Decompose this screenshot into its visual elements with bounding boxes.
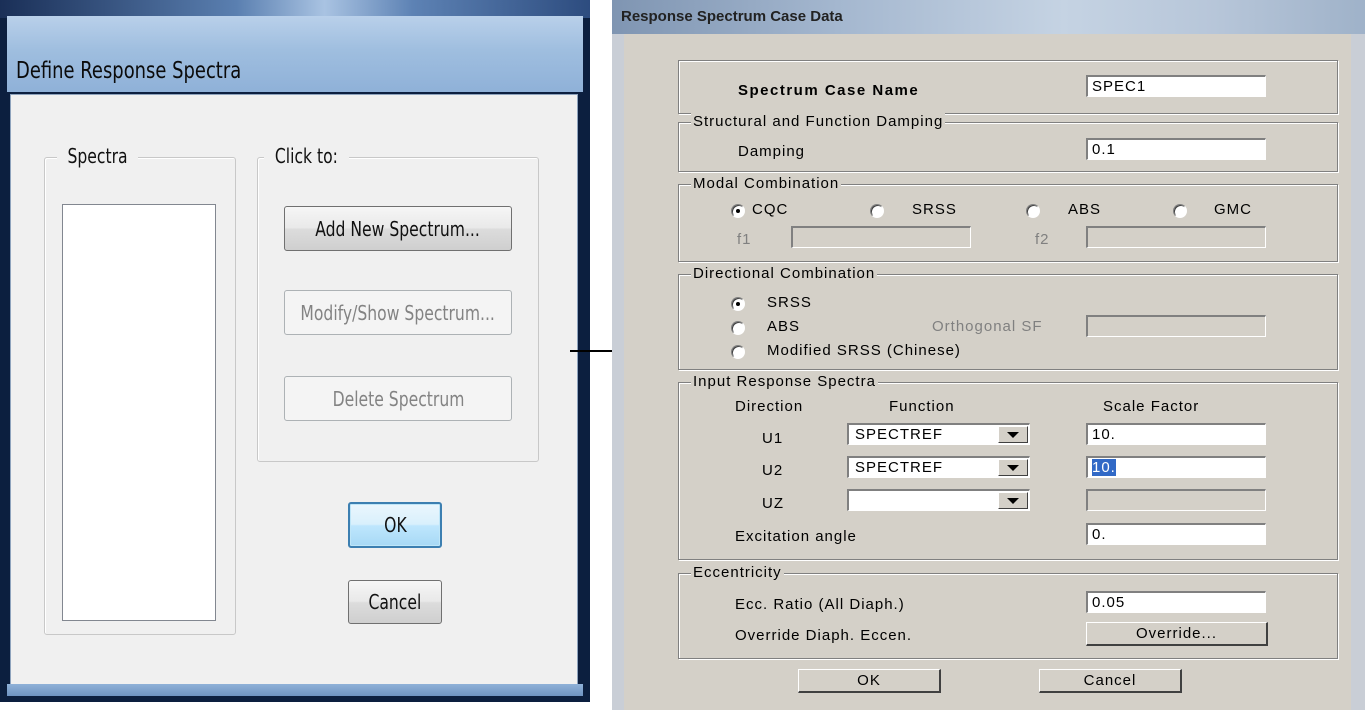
modal-cqc-label: CQC bbox=[752, 201, 789, 218]
row-u1-function-select[interactable]: SPECTREF bbox=[847, 423, 1030, 445]
dir-srss-label: SRSS bbox=[767, 294, 812, 311]
ok-button[interactable]: OK bbox=[798, 669, 941, 693]
modal-combination-group-label: Modal Combination bbox=[691, 175, 842, 192]
scale-factor-column-header: Scale Factor bbox=[1103, 398, 1200, 415]
case-name-label: Spectrum Case Name bbox=[738, 82, 920, 99]
f2-label: f2 bbox=[1035, 231, 1050, 248]
dir-srss-radio[interactable] bbox=[731, 297, 745, 311]
f1-field[interactable] bbox=[791, 226, 971, 248]
orthogonal-sf-label: Orthogonal SF bbox=[932, 318, 1043, 335]
f1-label: f1 bbox=[737, 231, 752, 248]
ok-button[interactable]: OK bbox=[348, 502, 442, 548]
damping-group-label: Structural and Function Damping bbox=[691, 113, 946, 130]
input-response-spectra-group-label: Input Response Spectra bbox=[691, 373, 878, 390]
ecc-ratio-label: Ecc. Ratio (All Diaph.) bbox=[735, 596, 905, 613]
row-u2-scale-field[interactable]: 10. bbox=[1086, 456, 1266, 478]
chevron-down-icon[interactable] bbox=[998, 459, 1028, 476]
window-title: Define Response Spectra bbox=[16, 58, 242, 84]
modal-abs-label: ABS bbox=[1068, 201, 1102, 218]
row-uz-scale-field[interactable] bbox=[1086, 489, 1266, 511]
f2-field[interactable] bbox=[1086, 226, 1266, 248]
override-diaph-eccen-label: Override Diaph. Eccen. bbox=[735, 627, 913, 644]
click-to-group-label: Click to: bbox=[264, 144, 349, 169]
row-u2-scale-selected-text: 10. bbox=[1092, 459, 1116, 476]
row-u2-function-select[interactable]: SPECTREF bbox=[847, 456, 1030, 478]
spectra-group-label: Spectra bbox=[57, 144, 139, 169]
damping-label: Damping bbox=[738, 143, 806, 160]
chevron-down-icon[interactable] bbox=[998, 426, 1028, 443]
excitation-angle-label: Excitation angle bbox=[735, 528, 857, 545]
modal-cqc-radio[interactable] bbox=[731, 204, 745, 218]
row-u1-scale-field[interactable]: 10. bbox=[1086, 423, 1266, 445]
modal-combination-group: Modal Combination bbox=[678, 175, 1338, 262]
function-column-header: Function bbox=[889, 398, 955, 415]
eccentricity-group: Eccentricity bbox=[678, 564, 1338, 659]
window-title: Response Spectrum Case Data bbox=[621, 8, 843, 25]
add-new-spectrum-button[interactable]: Add New Spectrum... bbox=[284, 206, 512, 251]
title-bar[interactable]: Define Response Spectra bbox=[7, 16, 583, 92]
dir-abs-label: ABS bbox=[767, 318, 801, 335]
title-bar[interactable]: Response Spectrum Case Data bbox=[612, 0, 1365, 34]
damping-field[interactable]: 0.1 bbox=[1086, 138, 1266, 160]
window-frame-right bbox=[1351, 34, 1365, 710]
cancel-button[interactable]: Cancel bbox=[1039, 669, 1182, 693]
modify-show-spectrum-button[interactable]: Modify/Show Spectrum... bbox=[284, 290, 512, 335]
case-name-field[interactable]: SPEC1 bbox=[1086, 75, 1266, 97]
chevron-down-icon[interactable] bbox=[998, 492, 1028, 509]
modal-abs-radio[interactable] bbox=[1026, 204, 1040, 218]
dir-modified-srss-radio[interactable] bbox=[731, 345, 745, 359]
modal-srss-radio[interactable] bbox=[870, 204, 884, 218]
row-u1-direction: U1 bbox=[762, 430, 784, 447]
ecc-ratio-field[interactable]: 0.05 bbox=[1086, 591, 1266, 613]
cancel-button[interactable]: Cancel bbox=[348, 580, 442, 624]
dir-modified-srss-label: Modified SRSS (Chinese) bbox=[767, 342, 961, 359]
orthogonal-sf-field[interactable] bbox=[1086, 315, 1266, 337]
override-button[interactable]: Override... bbox=[1086, 622, 1268, 646]
window-frame-left bbox=[612, 34, 624, 710]
delete-spectrum-button[interactable]: Delete Spectrum bbox=[284, 376, 512, 421]
row-uz-direction: UZ bbox=[762, 495, 784, 512]
eccentricity-group-label: Eccentricity bbox=[691, 564, 784, 581]
directional-combination-group-label: Directional Combination bbox=[691, 265, 878, 282]
modal-srss-label: SRSS bbox=[912, 201, 957, 218]
window-frame-bottom bbox=[7, 684, 583, 696]
row-u2-function-value: SPECTREF bbox=[855, 459, 944, 476]
dir-abs-radio[interactable] bbox=[731, 321, 745, 335]
direction-column-header: Direction bbox=[735, 398, 804, 415]
row-u2-direction: U2 bbox=[762, 462, 784, 479]
modal-gmc-label: GMC bbox=[1214, 201, 1252, 218]
spectra-list[interactable] bbox=[62, 204, 216, 621]
row-uz-function-select[interactable] bbox=[847, 489, 1030, 511]
modal-gmc-radio[interactable] bbox=[1173, 204, 1187, 218]
excitation-angle-field[interactable]: 0. bbox=[1086, 523, 1266, 545]
row-u1-function-value: SPECTREF bbox=[855, 426, 944, 443]
